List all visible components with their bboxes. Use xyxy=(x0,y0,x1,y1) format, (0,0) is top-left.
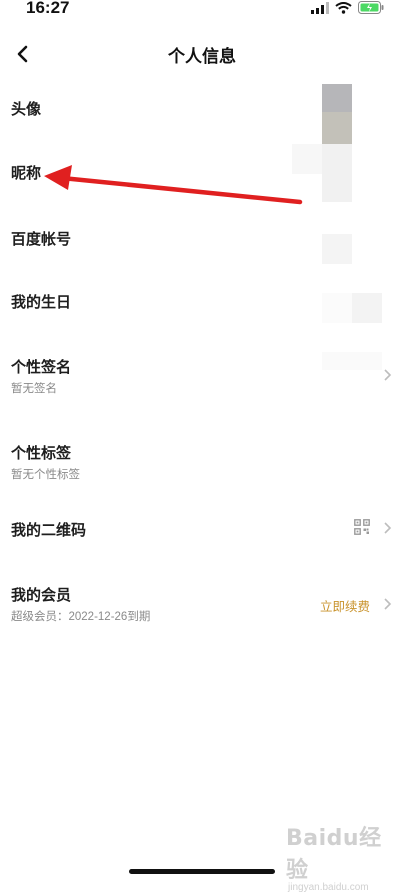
row-sub: 暂无签名 xyxy=(11,383,57,395)
row-avatar[interactable]: 头像 xyxy=(0,88,404,128)
row-label: 个性标签 xyxy=(11,445,72,462)
watermark-main: Baidu经验 xyxy=(286,826,382,883)
row-label: 个性签名 xyxy=(11,359,72,376)
battery-icon xyxy=(358,1,384,14)
row-membership[interactable]: 我的会员 超级会员：2022-12-26到期 立即续费 xyxy=(0,574,404,634)
row-label: 我的二维码 xyxy=(11,522,87,539)
row-label: 百度帐号 xyxy=(11,231,72,248)
row-sub: 超级会员：2022-12-26到期 xyxy=(11,611,151,623)
row-label: 头像 xyxy=(11,101,42,118)
row-tags[interactable]: 个性标签 暂无个性标签 xyxy=(0,432,404,492)
chevron-right-icon xyxy=(384,598,392,610)
chevron-right-icon xyxy=(384,522,392,534)
signal-icon xyxy=(311,1,329,14)
renew-link[interactable]: 立即续费 xyxy=(320,596,370,615)
status-icons xyxy=(311,1,384,14)
row-label: 我的会员 xyxy=(11,587,72,604)
watermark: Baidu经验 jingyan.baidu.com xyxy=(286,820,404,893)
row-label: 我的生日 xyxy=(11,294,72,311)
row-signature[interactable]: 个性签名 暂无签名 xyxy=(0,346,404,406)
home-indicator[interactable] xyxy=(129,869,275,874)
watermark-sub: jingyan.baidu.com xyxy=(288,882,369,893)
page-title: 个人信息 xyxy=(168,47,236,66)
nav-header: 个人信息 xyxy=(0,34,404,74)
row-nickname[interactable]: 昵称 xyxy=(0,152,404,192)
status-time: 16:27 xyxy=(26,0,70,17)
row-label: 昵称 xyxy=(11,165,42,182)
row-sub: 暂无个性标签 xyxy=(11,469,80,481)
row-baidu-account[interactable]: 百度帐号 xyxy=(0,218,404,258)
row-qr-code[interactable]: 我的二维码 xyxy=(0,509,404,549)
wifi-icon xyxy=(335,1,352,14)
status-bar: 16:27 xyxy=(0,0,404,22)
row-birthday[interactable]: 我的生日 xyxy=(0,281,404,321)
qr-code-icon xyxy=(354,519,370,535)
chevron-right-icon xyxy=(384,369,392,381)
